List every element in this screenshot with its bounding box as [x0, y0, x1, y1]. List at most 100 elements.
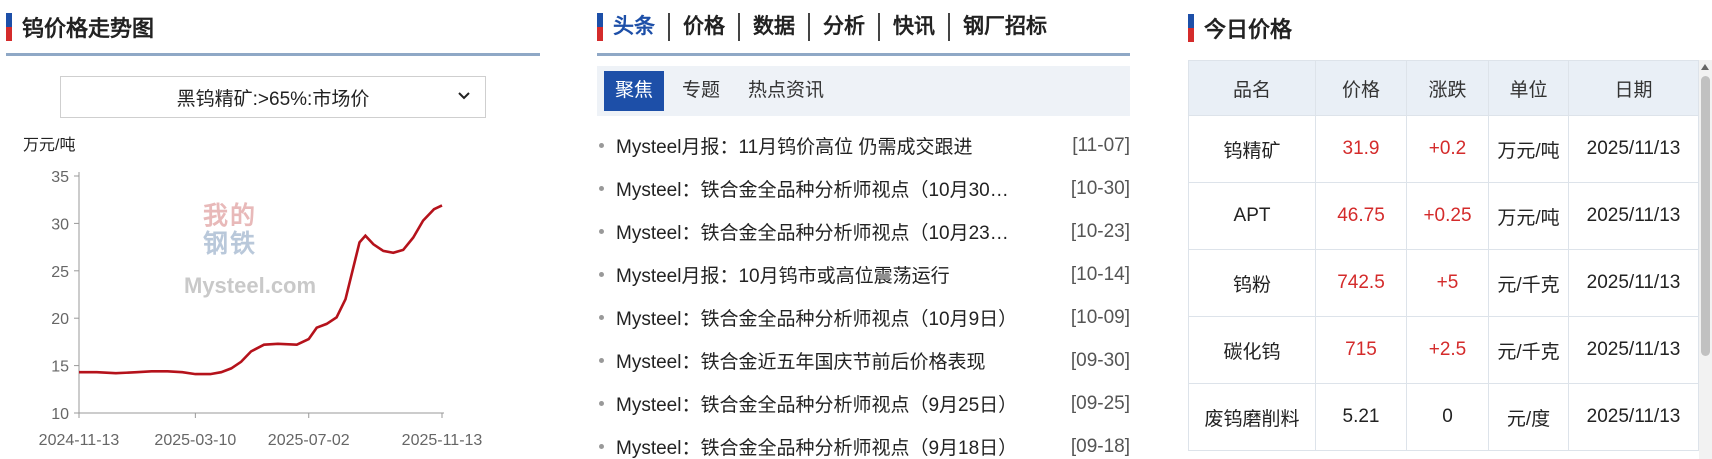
tab-price[interactable]: 价格	[668, 12, 738, 41]
news-title-link[interactable]: Mysteel：铁合金近五年国庆节前后价格表现	[616, 347, 1026, 374]
news-title-link[interactable]: Mysteel月报：10月钨市或高位震荡运行	[616, 261, 1026, 288]
news-title-link[interactable]: Mysteel：铁合金全品种分析师视点（9月18日）	[616, 433, 1026, 459]
list-item: Mysteel月报：10月钨市或高位震荡运行 [10-14]	[597, 253, 1130, 296]
news-tabs-header: 头条 价格 数据 分析 快讯 钢厂招标	[597, 0, 1130, 56]
news-subtabs: 聚焦 专题 热点资讯	[597, 66, 1130, 116]
news-date: [09-18]	[1070, 435, 1130, 457]
tab-mill-tender[interactable]: 钢厂招标	[948, 12, 1060, 41]
list-item: Mysteel：铁合金近五年国庆节前后价格表现 [09-30]	[597, 339, 1130, 382]
product-unit: 元/度	[1488, 383, 1569, 451]
watermark-line1: 我的	[203, 201, 257, 230]
header-change: 涨跌	[1406, 60, 1489, 116]
tab-data[interactable]: 数据	[738, 12, 808, 41]
x-tick-label: 2025-03-10	[154, 432, 236, 449]
news-date: [09-30]	[1070, 349, 1130, 371]
price-trend-panel: 钨价格走势图 黑钨精矿:>65%:市场价 万元/吨 我的 钢铁 Mysteel.…	[6, 0, 540, 459]
news-date: [10-23]	[1070, 220, 1130, 242]
x-tick-label: 2025-11-13	[402, 432, 483, 449]
product-unit: 万元/吨	[1488, 115, 1569, 183]
product-name: APT	[1188, 182, 1316, 250]
y-tick-label: 10	[51, 406, 69, 423]
news-list: Mysteel月报：11月钨价高位 仍需成交跟进 [11-07] Mysteel：…	[597, 124, 1130, 459]
bullet-icon	[599, 229, 604, 234]
table-row[interactable]: 钨精矿 31.9 +0.2 万元/吨 2025/11/13	[1188, 115, 1699, 183]
news-date: [10-14]	[1070, 263, 1130, 285]
news-date: [11-07]	[1072, 134, 1130, 156]
news-title-link[interactable]: Mysteel月报：11月钨价高位 仍需成交跟进	[616, 132, 1026, 159]
news-title-link[interactable]: Mysteel：铁合金全品种分析师视点（10月30日）	[616, 175, 1026, 202]
subtab-focus[interactable]: 聚焦	[604, 71, 665, 111]
table-row[interactable]: APT 46.75 +0.25 万元/吨 2025/11/13	[1188, 182, 1699, 250]
scroll-up-arrow-icon[interactable]	[1701, 64, 1709, 70]
bullet-icon	[599, 272, 604, 277]
tab-headlines[interactable]: 头条	[613, 13, 668, 41]
news-date: [10-30]	[1070, 177, 1130, 199]
product-unit: 元/千克	[1488, 249, 1569, 317]
news-tabs: 头条 价格 数据 分析 快讯 钢厂招标	[613, 12, 1060, 41]
product-change: 0	[1406, 383, 1489, 451]
y-tick-label: 15	[51, 359, 69, 376]
tab-flash[interactable]: 快讯	[878, 12, 948, 41]
table-header-row: 品名 价格 涨跌 单位 日期	[1188, 60, 1699, 116]
product-change: +0.25	[1406, 182, 1489, 250]
product-name: 废钨磨削料	[1188, 383, 1316, 451]
mysteel-watermark: 我的 钢铁 Mysteel.com	[184, 201, 316, 298]
product-date: 2025/11/13	[1568, 182, 1699, 250]
title-marker	[597, 12, 603, 41]
product-price: 742.5	[1315, 249, 1407, 317]
table-row[interactable]: 碳化钨 715 +2.5 元/千克 2025/11/13	[1188, 316, 1699, 384]
header-unit: 单位	[1488, 60, 1569, 116]
x-tick-label: 2024-11-13	[39, 432, 120, 449]
product-name: 钨粉	[1188, 249, 1316, 317]
y-tick-label: 30	[51, 216, 69, 233]
list-item: Mysteel月报：11月钨价高位 仍需成交跟进 [11-07]	[597, 124, 1130, 167]
header-price: 价格	[1315, 60, 1407, 116]
tab-analysis[interactable]: 分析	[808, 12, 878, 41]
y-tick-label: 35	[51, 169, 69, 186]
scroll-thumb[interactable]	[1701, 76, 1710, 356]
bullet-icon	[599, 315, 604, 320]
price-table: 品名 价格 涨跌 单位 日期 钨精矿 31.9 +0.2 万元/吨 2025/1…	[1188, 60, 1699, 451]
header-date: 日期	[1568, 60, 1699, 116]
product-price: 46.75	[1315, 182, 1407, 250]
news-date: [10-09]	[1070, 306, 1130, 328]
product-date: 2025/11/13	[1568, 316, 1699, 384]
subtab-hot-news[interactable]: 热点资讯	[734, 71, 838, 111]
watermark-line3: Mysteel.com	[184, 273, 316, 298]
table-row[interactable]: 钨粉 742.5 +5 元/千克 2025/11/13	[1188, 249, 1699, 317]
news-panel: 头条 价格 数据 分析 快讯 钢厂招标 聚焦 专题 热点资讯 Mysteel月报…	[597, 0, 1130, 459]
list-item: Mysteel：铁合金全品种分析师视点（9月25日） [09-25]	[597, 382, 1130, 425]
header-name: 品名	[1188, 60, 1316, 116]
today-price-title: 今日价格	[1204, 17, 1293, 42]
product-price: 5.21	[1315, 383, 1407, 451]
product-price: 715	[1315, 316, 1407, 384]
news-date: [09-25]	[1070, 392, 1130, 414]
bullet-icon	[599, 143, 604, 148]
news-title-link[interactable]: Mysteel：铁合金全品种分析师视点（10月23日）	[616, 218, 1026, 245]
bullet-icon	[599, 401, 604, 406]
list-item: Mysteel：铁合金全品种分析师视点（10月30日） [10-30]	[597, 167, 1130, 210]
table-row[interactable]: 废钨磨削料 5.21 0 元/度 2025/11/13	[1188, 383, 1699, 451]
news-title-link[interactable]: Mysteel：铁合金全品种分析师视点（10月9日）	[616, 304, 1026, 331]
list-item: Mysteel：铁合金全品种分析师视点（9月18日） [09-18]	[597, 425, 1130, 459]
product-date: 2025/11/13	[1568, 115, 1699, 183]
bullet-icon	[599, 186, 604, 191]
product-name: 碳化钨	[1188, 316, 1316, 384]
price-trend-chart: 我的 钢铁 Mysteel.com 10 15 20 25 30 35 2024-11-13…	[39, 169, 483, 449]
product-price: 31.9	[1315, 115, 1407, 183]
subtab-topics[interactable]: 专题	[668, 71, 734, 111]
product-change: +2.5	[1406, 316, 1489, 384]
news-title-link[interactable]: Mysteel：铁合金全品种分析师视点（9月25日）	[616, 390, 1026, 417]
table-scrollbar[interactable]	[1699, 60, 1712, 459]
product-date: 2025/11/13	[1568, 383, 1699, 451]
x-tick-label: 2025-07-02	[268, 432, 350, 449]
y-tick-label: 20	[51, 311, 69, 328]
list-item: Mysteel：铁合金全品种分析师视点（10月9日） [10-09]	[597, 296, 1130, 339]
product-date: 2025/11/13	[1568, 249, 1699, 317]
y-tick-label: 25	[51, 264, 69, 281]
watermark-line2: 钢铁	[203, 229, 257, 258]
product-unit: 万元/吨	[1488, 182, 1569, 250]
product-change: +0.2	[1406, 115, 1489, 183]
today-price-header: 今日价格	[1188, 0, 1712, 56]
bullet-icon	[599, 444, 604, 449]
